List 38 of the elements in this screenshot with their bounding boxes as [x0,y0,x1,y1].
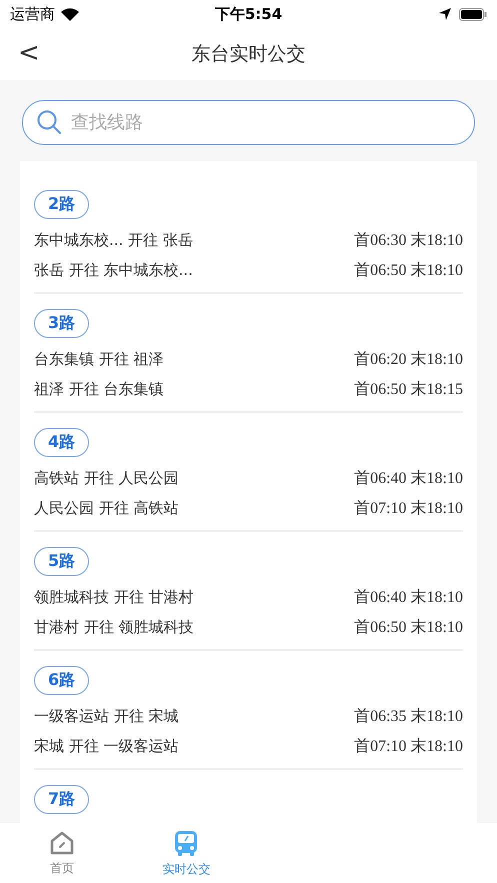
service-hours: 首06:50 末18:15 [354,380,463,400]
service-hours: 首07:10 末18:10 [354,498,463,518]
back-button[interactable]: < [14,38,44,68]
carrier-label: 运营商 [10,4,55,24]
route-number-badge[interactable]: 4路 [34,428,90,457]
route-number-badge[interactable]: 3路 [34,309,90,338]
battery-icon [459,8,487,20]
tab-item[interactable]: 实时公交 [124,823,248,883]
search-field[interactable]: 查找线路 [22,100,475,145]
route-direction: 甘港村 开往 领胜城科技 [34,618,194,636]
service-hours: 首06:35 末18:10 [354,706,463,726]
search-icon [36,109,62,135]
route-direction: 人民公园 开往 高铁站 [34,498,179,518]
route-number-badge[interactable]: 7路 [34,785,90,814]
route-number-badge[interactable]: 6路 [34,666,90,695]
route-number-badge[interactable]: 2路 [34,190,90,219]
route-direction: 祖泽 开往 台东集镇 [34,380,164,398]
page-title: 东台实时公交 [192,42,306,67]
route-direction: 东中城东校... 开往 张岳 [34,230,193,250]
route-direction: 高铁站 开往 人民公园 [34,468,179,488]
home-icon [49,830,76,856]
service-hours: 首06:40 末18:10 [354,588,463,608]
route-direction: 领胜城科技 开往 甘港村 [34,588,194,606]
route-direction: 张岳 开往 东中城东校... [34,260,193,280]
service-hours: 首06:20 末18:10 [354,350,463,370]
route-direction: 台东集镇 开往 祖泽 [34,350,164,368]
service-hours: 首07:10 末18:10 [354,736,463,756]
service-hours: 首06:30 末18:10 [354,230,463,250]
route-direction: 宋城 开往 一级客运站 [34,736,179,756]
service-hours: 首06:50 末18:10 [354,618,463,638]
tab-item[interactable]: 首页 [0,823,124,883]
location-arrow-icon [439,8,451,20]
wifi-icon [61,8,79,20]
clock: 下午5:54 [214,4,282,24]
service-hours: 首06:50 末18:10 [354,260,463,280]
service-hours: 首06:40 末18:10 [354,468,463,488]
route-direction: 一级客运站 开往 宋城 [34,706,179,726]
route-number-badge[interactable]: 5路 [34,547,90,576]
